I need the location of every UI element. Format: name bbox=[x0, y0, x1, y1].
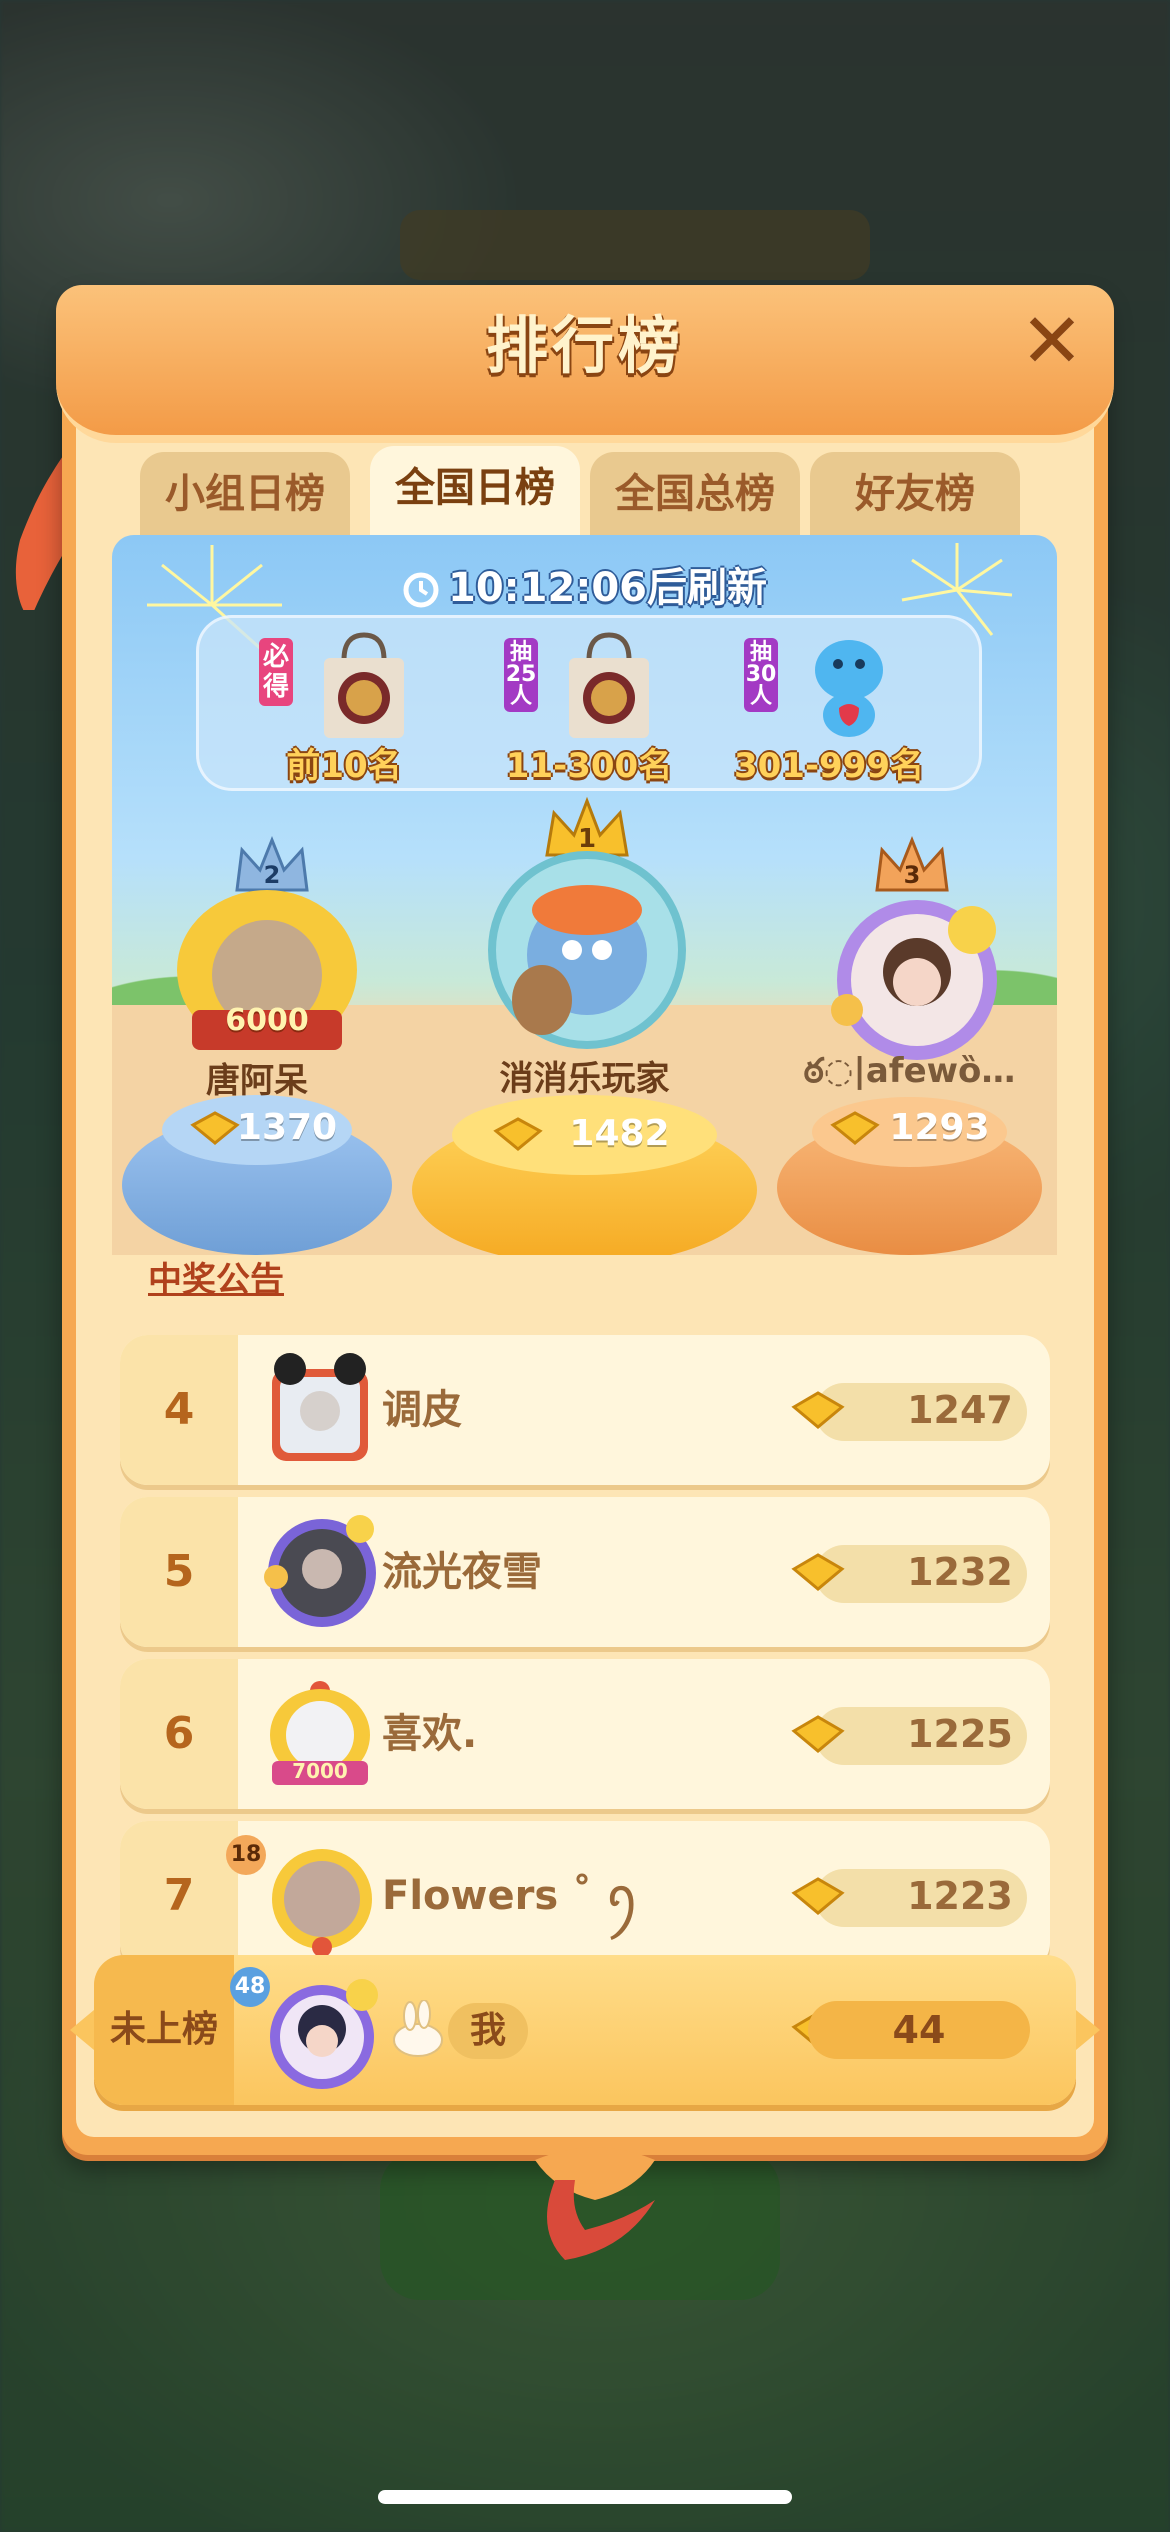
row-rank: 6 bbox=[120, 1659, 238, 1809]
player-score: 1247 bbox=[907, 1388, 1013, 1432]
my-rank-row[interactable]: 未上榜 48 我 44 bbox=[70, 1955, 1100, 2105]
reward-label: 11-300名 bbox=[505, 746, 673, 786]
my-name: 我 bbox=[448, 2003, 528, 2059]
player-score: 1232 bbox=[907, 1550, 1013, 1594]
avatar bbox=[831, 900, 997, 1060]
player-score: 1225 bbox=[907, 1712, 1013, 1756]
reward-tag: 抽25人 bbox=[504, 638, 538, 712]
row-rank: 4 bbox=[120, 1335, 238, 1485]
gold-ingot-icon bbox=[791, 1877, 845, 1915]
avatar-badge: 7000 bbox=[292, 1759, 348, 1783]
reward-tag: 必得 bbox=[259, 638, 293, 706]
player-name: 调皮 bbox=[382, 1387, 462, 1433]
reward-top10[interactable]: 必得 前10名 bbox=[229, 630, 459, 786]
refresh-timer: 10:12:06后刷新 bbox=[112, 555, 1057, 613]
blue-hippo-plush-icon bbox=[815, 640, 883, 737]
gold-ingot-icon bbox=[190, 1111, 240, 1145]
panel-header: 排行榜 ✕ bbox=[56, 285, 1114, 443]
podium-second[interactable]: 2 6000 唐阿呆 1370 bbox=[122, 835, 392, 1255]
tab-national-total[interactable]: 全国总榜 bbox=[590, 452, 800, 536]
row-rank: 7 bbox=[120, 1821, 238, 1971]
gold-ingot-icon bbox=[791, 1391, 845, 1429]
rabbit-icon bbox=[393, 2000, 443, 2057]
winner-announcement-link[interactable]: 中奖公告 bbox=[148, 1252, 284, 1301]
player-score: 1223 bbox=[907, 1874, 1013, 1918]
ribbon-decoration bbox=[535, 2147, 655, 2260]
gold-ingot-icon bbox=[493, 1117, 543, 1151]
avatar bbox=[488, 851, 686, 1049]
avatar bbox=[272, 1849, 372, 1955]
reward-panel: 必得 前10名 抽25人 11-300名 抽30人 301-999名 bbox=[196, 615, 982, 791]
tab-national-daily[interactable]: 全国日榜 bbox=[370, 446, 580, 536]
player-name: ఠ◌|afewȍ… bbox=[803, 1051, 1016, 1091]
my-rank-label: 未上榜 bbox=[94, 1955, 234, 2105]
tab-friends[interactable]: 好友榜 bbox=[810, 452, 1020, 536]
svg-text:3: 3 bbox=[904, 861, 921, 889]
podium-first[interactable]: 1 消消乐玩家 1482 bbox=[412, 795, 757, 1255]
level-badge: 18 bbox=[226, 1835, 266, 1875]
home-indicator[interactable] bbox=[378, 2490, 792, 2504]
gold-ingot-icon bbox=[791, 1553, 845, 1591]
player-name: 喜欢. bbox=[382, 1711, 478, 1757]
gift-bag-icon bbox=[324, 632, 404, 738]
avatar bbox=[272, 1353, 368, 1461]
gift-bag-icon bbox=[569, 632, 649, 738]
page-title: 排行榜 bbox=[485, 309, 684, 382]
timer-suffix: 后刷新 bbox=[646, 565, 767, 611]
player-name: 流光夜雪 bbox=[382, 1549, 542, 1595]
close-button[interactable]: ✕ bbox=[1016, 303, 1088, 379]
reward-label: 前10名 bbox=[286, 746, 402, 786]
player-name: 消消乐玩家 bbox=[499, 1059, 670, 1099]
level-badge: 48 bbox=[230, 1967, 270, 2007]
timer-time: 10:12:06 bbox=[448, 565, 647, 611]
podium-area: 10:12:06后刷新 必得 前10名 抽25人 11-300名 抽30人 30… bbox=[112, 535, 1057, 1255]
table-row[interactable]: 7 18 Flowers ˚ ꪆ 1223 bbox=[120, 1821, 1050, 1971]
tab-bar: 小组日榜 全国日榜 全国总榜 好友榜 bbox=[78, 446, 1028, 536]
tab-group-daily[interactable]: 小组日榜 bbox=[140, 452, 350, 536]
player-name: Flowers ˚ ꪆ bbox=[382, 1873, 639, 1919]
table-row[interactable]: 5 流光夜雪 1232 bbox=[120, 1497, 1050, 1647]
close-icon: ✕ bbox=[1020, 296, 1084, 385]
table-row[interactable]: 6 7000 喜欢. 1225 bbox=[120, 1659, 1050, 1809]
avatar-badge: 6000 bbox=[225, 1003, 309, 1038]
my-score: 44 bbox=[808, 2001, 1030, 2059]
table-row[interactable]: 4 调皮 1247 bbox=[120, 1335, 1050, 1485]
reward-label: 301-999名 bbox=[733, 746, 925, 786]
avatar bbox=[264, 1515, 376, 1627]
reward-tag: 抽30人 bbox=[744, 638, 778, 712]
player-name: 唐阿呆 bbox=[206, 1061, 308, 1101]
reward-11-300[interactable]: 抽25人 11-300名 bbox=[474, 630, 704, 786]
row-rank: 5 bbox=[120, 1497, 238, 1647]
podium-third[interactable]: 3 ఠ◌|afewȍ… 1293 bbox=[772, 835, 1047, 1255]
gold-ingot-icon bbox=[791, 1715, 845, 1753]
gold-ingot-icon bbox=[830, 1111, 880, 1145]
bronze-crown-icon: 3 bbox=[875, 835, 949, 892]
clock-icon bbox=[403, 572, 439, 608]
reward-301-999[interactable]: 抽30人 301-999名 bbox=[714, 630, 944, 786]
